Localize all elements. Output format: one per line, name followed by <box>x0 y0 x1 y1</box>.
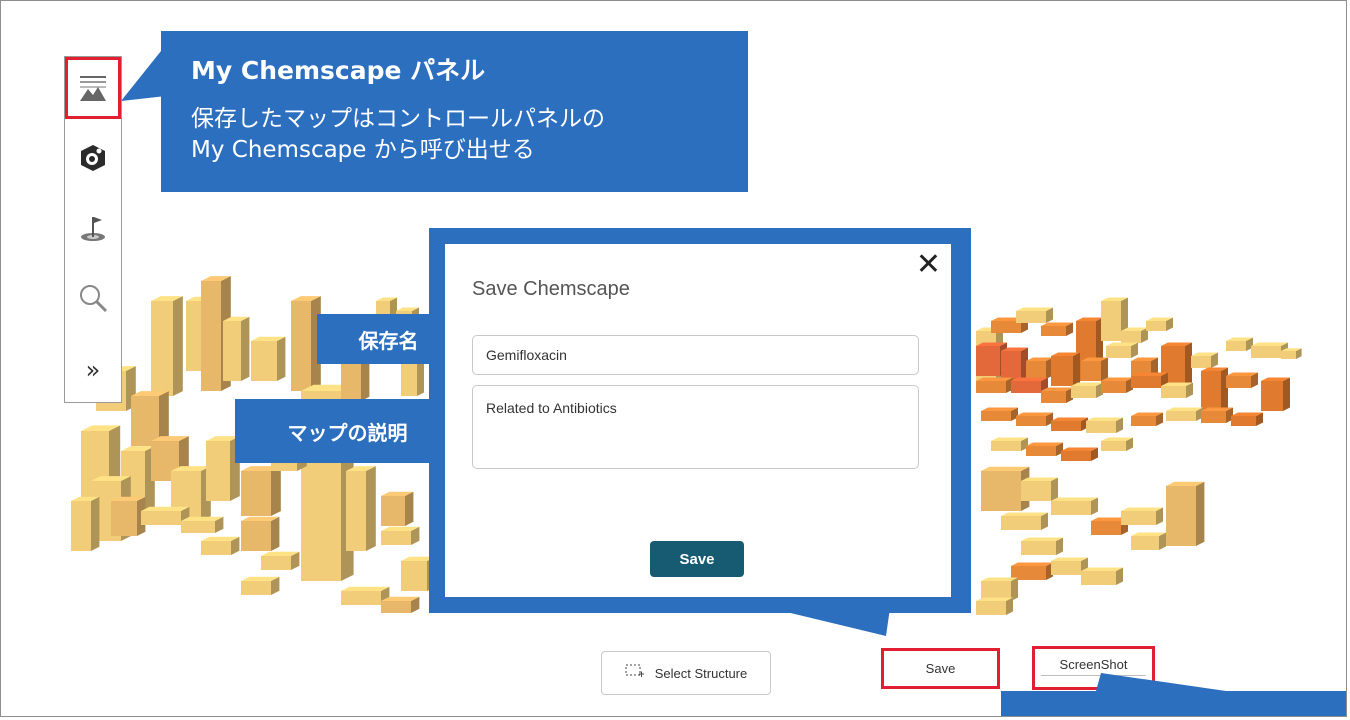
chemscape-logo-icon <box>78 143 108 173</box>
chemscape-logo-button[interactable] <box>65 127 121 189</box>
map-bar <box>1226 372 1258 388</box>
expand-panel-button[interactable]: » <box>65 339 121 401</box>
map-bar <box>1166 407 1203 421</box>
map-bar <box>1041 387 1073 403</box>
callout-body-line: My Chemscape から呼び出せる <box>191 137 535 163</box>
screenshot-callout <box>1001 673 1346 716</box>
map-bar <box>1011 562 1053 580</box>
map-bar <box>1081 357 1108 381</box>
my-chemscape-callout: My Chemscape パネル 保存したマップはコントロールパネルの My C… <box>161 31 748 192</box>
map-bar <box>1131 532 1166 550</box>
chevron-double-right-icon: » <box>85 356 101 384</box>
landmark-button[interactable] <box>65 197 121 259</box>
select-area-icon <box>625 664 645 683</box>
map-bar <box>1106 342 1138 358</box>
map-bar <box>1016 412 1053 426</box>
map-bar <box>1086 417 1123 433</box>
search-icon <box>77 282 109 314</box>
map-bar <box>1131 412 1163 426</box>
map-bar <box>1051 417 1088 431</box>
select-structure-label: Select Structure <box>654 665 748 681</box>
map-bar <box>1161 382 1193 398</box>
map-bar <box>1026 442 1063 456</box>
select-structure-button[interactable]: Select Structure <box>601 651 771 695</box>
map-bar <box>251 336 286 381</box>
map-bar <box>111 496 146 536</box>
map-bar <box>381 596 420 613</box>
save-name-input[interactable]: Gemifloxacin <box>472 335 919 375</box>
map-bar <box>1021 477 1058 501</box>
screenshot-label: ScreenShot <box>1059 656 1128 672</box>
map-bar <box>1166 481 1205 546</box>
map-bar <box>201 536 240 555</box>
map-bar <box>1201 367 1228 411</box>
dialog-title: Save Chemscape <box>472 278 630 300</box>
map-bar <box>1081 567 1123 585</box>
map-bar <box>1021 537 1063 555</box>
map-bar <box>1071 382 1103 398</box>
map-bar <box>976 377 1013 393</box>
map-bar <box>1061 447 1098 461</box>
map-bar <box>1121 327 1148 343</box>
map-bar <box>1226 337 1253 351</box>
close-icon[interactable]: ✕ <box>916 250 941 280</box>
map-bar <box>1041 322 1073 336</box>
map-bar <box>223 316 250 381</box>
my-chemscape-button[interactable] <box>65 57 121 119</box>
map-bar <box>241 516 280 551</box>
save-chemscape-dialog: Save Chemscape ✕ Gemifloxacin Related to… <box>445 244 951 597</box>
map-bar <box>991 437 1028 451</box>
map-bar <box>1001 512 1048 530</box>
flag-target-icon <box>78 213 108 243</box>
modal-pointer <box>741 601 891 636</box>
map-bar <box>241 576 280 595</box>
map-bar <box>1191 352 1218 368</box>
map-bar <box>261 551 300 570</box>
map-description-label: マップの説明 <box>235 399 460 463</box>
save-button[interactable]: Save <box>881 648 1000 689</box>
landscape-icon <box>78 73 108 103</box>
map-bar <box>151 296 183 396</box>
map-bar <box>381 491 414 526</box>
map-bar <box>381 526 420 545</box>
map-bar <box>1146 317 1173 331</box>
callout-body: 保存したマップはコントロールパネルの My Chemscape から呼び出せる <box>191 104 751 166</box>
map-bar <box>1231 412 1263 426</box>
map-bar <box>1281 348 1302 359</box>
map-bar <box>241 466 281 516</box>
map-bar <box>181 516 224 533</box>
search-button[interactable] <box>65 267 121 329</box>
map-bar <box>1261 377 1290 411</box>
callout-body-line: 保存したマップはコントロールパネルの <box>191 106 605 132</box>
dialog-save-button[interactable]: Save <box>650 541 744 577</box>
map-bar <box>1051 497 1098 515</box>
map-bar <box>1051 352 1080 386</box>
map-bar <box>1121 507 1163 525</box>
callout-pointer <box>121 51 166 101</box>
map-bar <box>71 496 100 551</box>
control-toolbar: » <box>64 56 122 403</box>
app-frame: » My Chemscape パネル 保存したマップはコントロールパネルの My… <box>0 0 1347 717</box>
map-bar <box>981 407 1018 421</box>
map-bar <box>981 577 1018 601</box>
map-bar <box>1101 437 1133 451</box>
map-bar <box>1101 377 1133 393</box>
map-bar <box>346 466 376 551</box>
map-bar <box>1016 307 1053 323</box>
map-bar <box>976 597 1013 615</box>
map-bar <box>1026 357 1053 379</box>
map-bar <box>1201 407 1233 423</box>
map-description-textarea[interactable]: Related to Antibiotics <box>472 385 919 469</box>
callout-title: My Chemscape パネル <box>191 56 486 85</box>
